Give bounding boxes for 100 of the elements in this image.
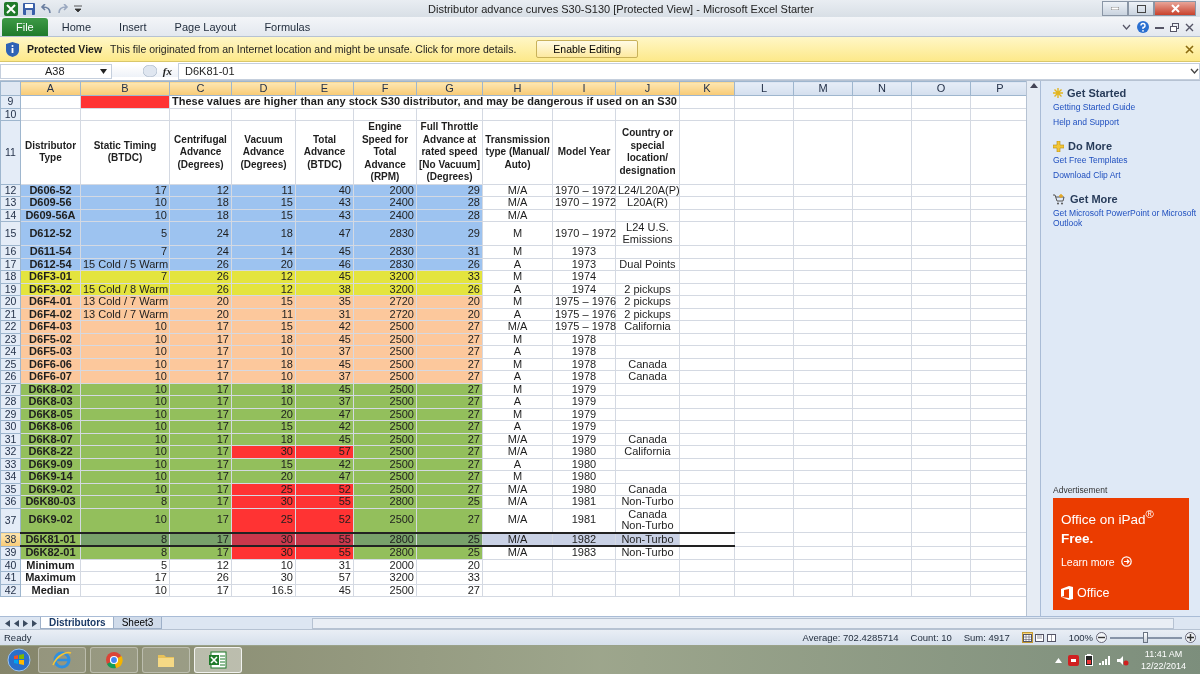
ribbon-tab[interactable]: Home xyxy=(47,18,106,36)
signal-bars-icon[interactable] xyxy=(1098,655,1111,665)
column-header[interactable]: B xyxy=(80,81,170,96)
table-cell: 1978 xyxy=(552,370,616,383)
cart-icon xyxy=(1053,193,1066,205)
protected-view-title: Protected View xyxy=(27,43,103,55)
arrow-circle-icon xyxy=(1120,556,1132,567)
sheet-tab[interactable]: Sheet3 xyxy=(112,617,163,629)
table-cell: A xyxy=(482,395,553,408)
view-button[interactable] xyxy=(1045,632,1057,643)
protected-view-message[interactable]: This file originated from an Internet location and might be unsafe. Click for more details. xyxy=(110,43,517,55)
column-header[interactable]: H xyxy=(482,81,553,96)
table-cell: M/A xyxy=(482,184,553,197)
table-cell: M/A xyxy=(482,209,553,222)
table-cell: M xyxy=(482,333,553,346)
caret-up-icon[interactable] xyxy=(1054,657,1062,663)
maximize-button[interactable] xyxy=(1128,1,1154,16)
help-icon[interactable] xyxy=(1137,21,1149,33)
column-header[interactable]: C xyxy=(169,81,232,96)
column-header[interactable]: D xyxy=(231,81,296,96)
column-header[interactable]: L xyxy=(734,81,794,96)
column-header[interactable]: I xyxy=(552,81,616,96)
view-icon xyxy=(1046,633,1056,642)
taskbar-app[interactable] xyxy=(194,647,242,673)
table-cell: Canada xyxy=(615,358,680,371)
close-icon[interactable] xyxy=(1185,22,1194,32)
speaker-muted-icon[interactable] xyxy=(1116,654,1129,666)
column-header[interactable]: J xyxy=(615,81,680,96)
table-cell: A xyxy=(482,283,553,296)
ribbon-tab[interactable]: Page Layout xyxy=(160,18,251,36)
pane-link[interactable]: Getting Started Guide xyxy=(1053,102,1200,112)
caret-icon[interactable] xyxy=(1122,23,1131,31)
table-cell: D6K81-01 xyxy=(20,532,81,546)
row-header[interactable]: 15 xyxy=(0,221,21,246)
pane-link[interactable]: Get Free Templates xyxy=(1053,155,1200,165)
caret-icon[interactable] xyxy=(100,68,107,74)
start-button-icon[interactable] xyxy=(7,648,31,672)
shield-icon[interactable] xyxy=(1067,654,1079,666)
zoom-level[interactable]: 100% xyxy=(1068,632,1093,643)
undo-icon[interactable] xyxy=(40,3,52,14)
column-header[interactable]: A xyxy=(20,81,81,96)
table-cell: 5 xyxy=(80,559,170,572)
table-cell: 2 pickups xyxy=(615,295,680,308)
file-tab[interactable]: File xyxy=(2,18,48,36)
table-cell: 2800 xyxy=(353,532,417,546)
insert-function-button[interactable]: fx xyxy=(162,65,172,77)
restore-icon[interactable] xyxy=(1170,22,1179,32)
shield-icon xyxy=(6,41,19,57)
close-icon[interactable] xyxy=(1185,44,1194,54)
pane-link[interactable]: Download Clip Art xyxy=(1053,170,1200,180)
view-button[interactable] xyxy=(1021,632,1033,643)
table-cell: A xyxy=(482,458,553,471)
pane-link[interactable]: Get Microsoft PowerPoint or Microsoft Outlook xyxy=(1053,208,1200,228)
name-box[interactable]: A38 xyxy=(0,63,112,79)
table-cell: 26 xyxy=(169,571,232,584)
column-header[interactable]: E xyxy=(295,81,354,96)
maximize-icon xyxy=(1136,4,1146,13)
horizontal-scrollbar[interactable] xyxy=(312,617,1175,629)
table-cell: Canada xyxy=(615,433,680,446)
ribbon-tab[interactable]: Insert xyxy=(105,18,161,36)
sheet-tab[interactable]: Distributors xyxy=(40,617,115,629)
table-cell: 1973 xyxy=(552,245,616,258)
table-cell: M/A xyxy=(482,196,553,209)
formula-field[interactable]: D6K81-01 xyxy=(178,62,1200,80)
table-cell: 27 xyxy=(416,584,483,597)
row-header[interactable]: 11 xyxy=(0,120,21,184)
column-header[interactable]: G xyxy=(416,81,483,96)
column-header[interactable]: O xyxy=(911,81,971,96)
view-button[interactable] xyxy=(1033,632,1045,643)
column-header[interactable]: K xyxy=(679,81,735,96)
column-header[interactable]: F xyxy=(353,81,417,96)
ribbon-tab[interactable]: Formulas xyxy=(250,18,325,36)
save-icon[interactable] xyxy=(23,2,35,15)
customize-caret-icon[interactable] xyxy=(74,4,82,13)
table-cell: Canada xyxy=(615,370,680,383)
table-cell: 17 xyxy=(169,584,232,597)
caret-icon[interactable] xyxy=(1190,67,1199,75)
table-cell: California xyxy=(615,445,680,458)
zoom-in-button[interactable] xyxy=(1185,632,1196,643)
battery-icon[interactable] xyxy=(1084,654,1093,666)
column-header[interactable]: M xyxy=(793,81,853,96)
table-cell: 2000 xyxy=(353,559,417,572)
ad-banner[interactable]: Office on iPad$^{®}$ Free. Learn more Office xyxy=(1053,498,1189,610)
column-header[interactable]: N xyxy=(852,81,912,96)
row-label: Minimum xyxy=(20,559,81,572)
enable-editing-button[interactable]: Enable Editing xyxy=(536,40,639,58)
row-header[interactable]: 37 xyxy=(0,508,21,533)
column-heading: Model Year xyxy=(552,120,616,184)
table-cell: M/A xyxy=(482,532,553,546)
spreadsheet-icon[interactable] xyxy=(4,1,18,16)
close-button[interactable] xyxy=(1154,1,1196,16)
status-stat: Average: 702.4285714 xyxy=(802,632,899,643)
column-header[interactable]: P xyxy=(970,81,1026,96)
zoom-out-button[interactable] xyxy=(1096,632,1107,643)
table-cell: 1979 xyxy=(552,420,616,433)
pane-link[interactable]: Help and Support xyxy=(1053,117,1200,127)
spreadsheet-icon xyxy=(209,651,227,669)
table-cell: 17 xyxy=(80,571,170,584)
zoom-slider-thumb[interactable] xyxy=(1143,631,1148,643)
scroll-up-icon[interactable] xyxy=(1029,83,1038,88)
